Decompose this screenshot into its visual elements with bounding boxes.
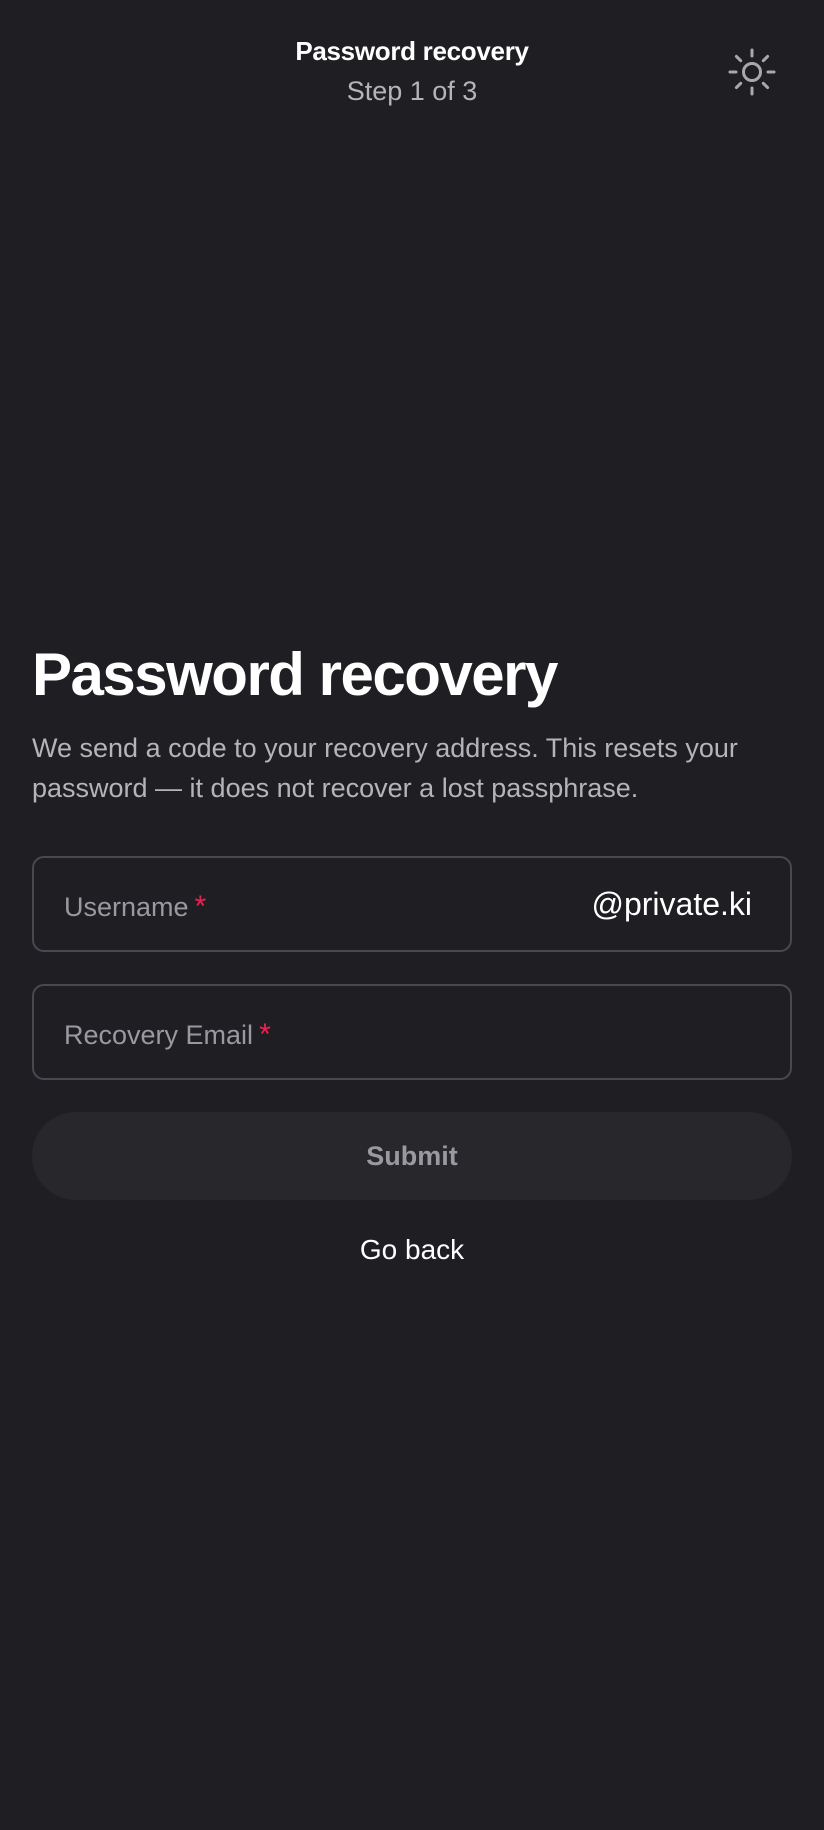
theme-toggle-button[interactable] [728,48,776,96]
page-title: Password recovery [32,641,558,708]
page-description: We send a code to your recovery address.… [32,733,738,803]
recovery-email-label-text: Recovery Email [64,1020,254,1050]
required-asterisk: * [259,1018,271,1051]
header-title: Password recovery [295,36,529,66]
go-back-link[interactable]: Go back [0,1234,824,1266]
recovery-email-field[interactable]: Recovery Email * [32,984,792,1080]
recovery-email-label: Recovery Email * [64,1018,271,1052]
top-bar: Password recovery Step 1 of 3 [0,0,824,130]
username-label: Username * [64,890,206,924]
step-indicator: Step 1 of 3 [346,76,478,106]
submit-button[interactable]: Submit [32,1112,792,1200]
username-domain-suffix: @private.ki [591,886,752,922]
required-asterisk: * [194,890,207,923]
username-label-text: Username [64,892,189,922]
sun-icon [728,48,776,96]
password-recovery-page: Password recovery Step 1 of 3 Password r… [0,0,824,1830]
username-field[interactable]: Username * @private.ki [32,856,792,952]
